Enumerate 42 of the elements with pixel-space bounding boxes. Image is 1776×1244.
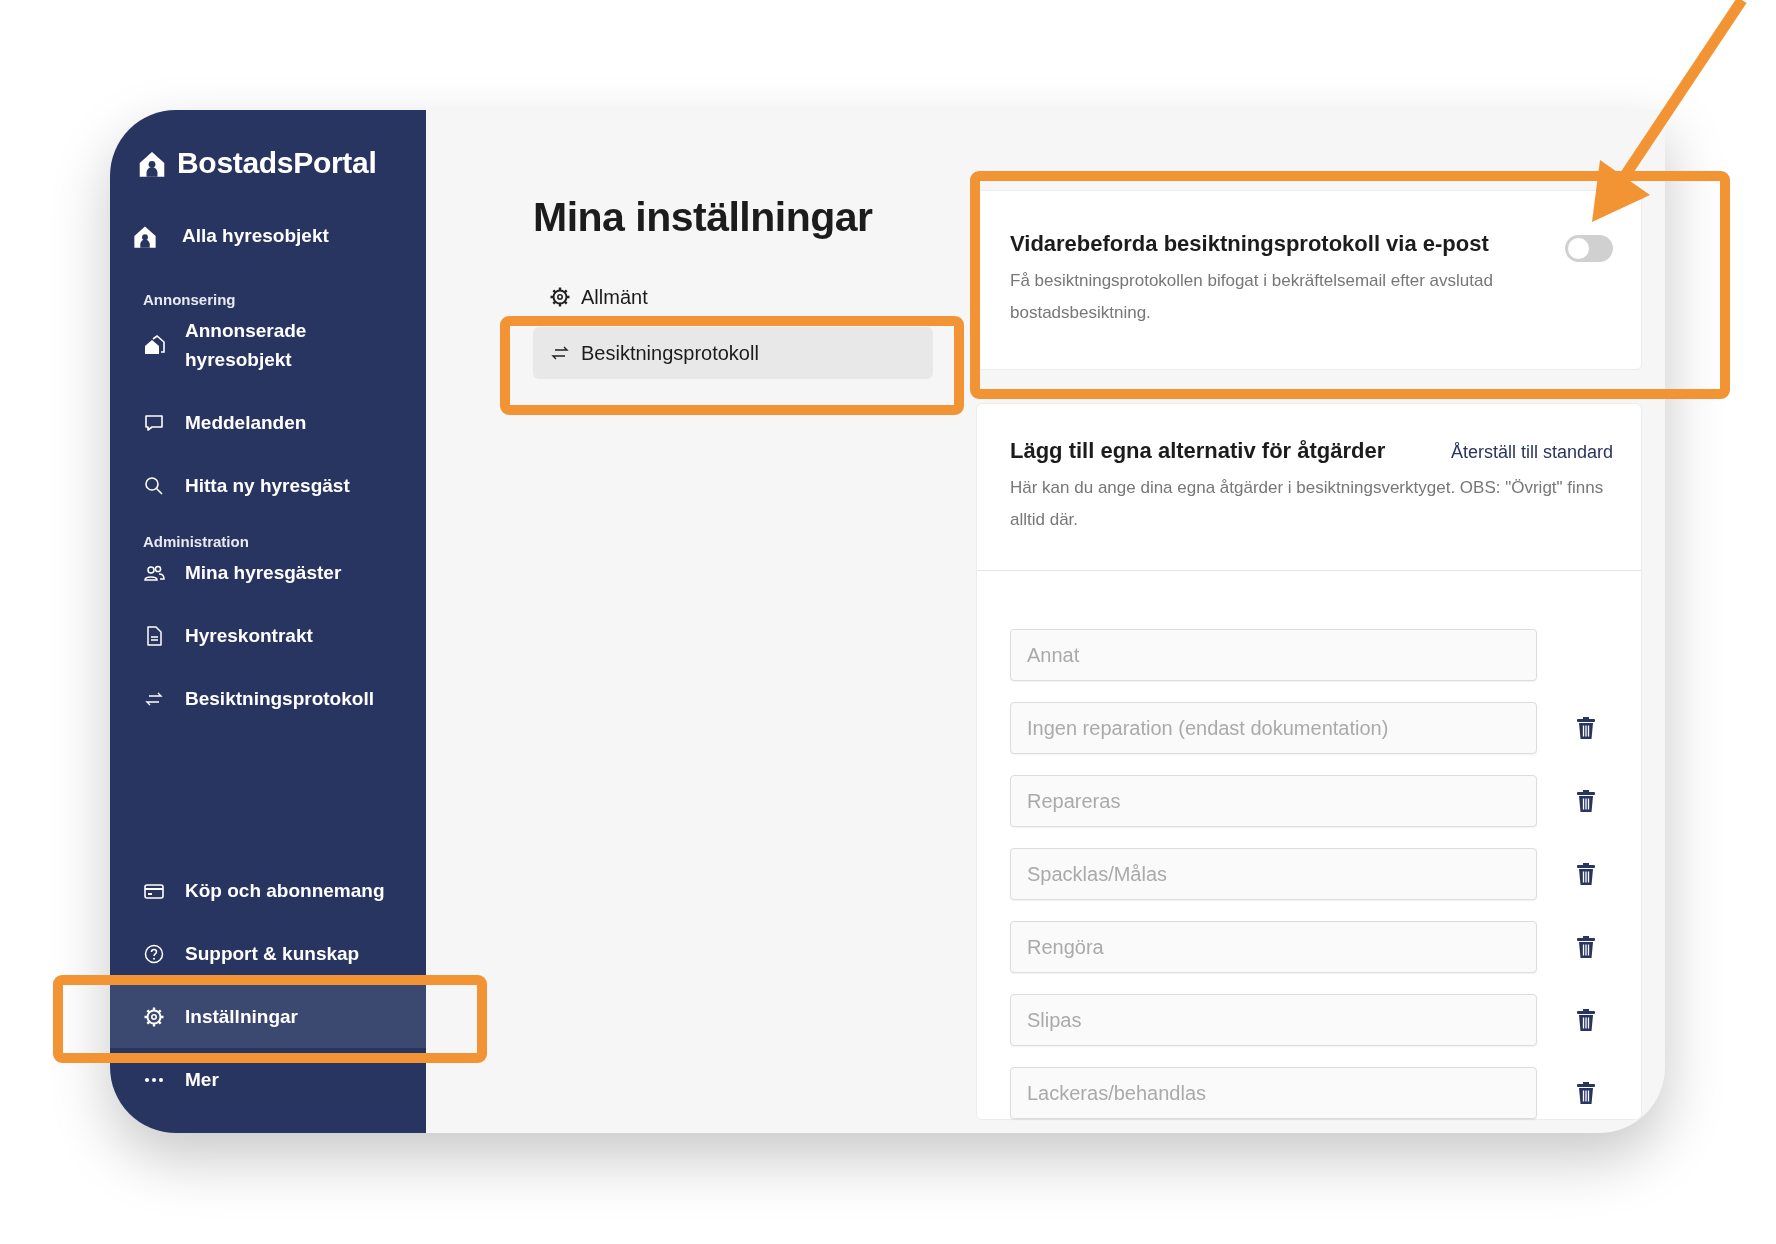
settings-tab[interactable]: Besiktningsprotokoll [533,327,933,379]
card-description: Få besiktningsprotokollen bifogat i bekräftelsemail efter avslutad bostadsbesiktning. [1010,270,1494,324]
brand-name: BostadsPortal [177,146,377,180]
sidebar-item[interactable]: Hitta ny hyresgäst [110,454,426,517]
sidebar-item[interactable]: Inställningar [110,985,426,1048]
input-field[interactable]: Slipas [1010,994,1537,1046]
input-field[interactable]: Rengöra [1010,921,1537,973]
toggle-switch[interactable] [1565,235,1613,262]
input-field[interactable]: Lackeras/behandlas [1010,1067,1537,1119]
trash-icon[interactable] [1577,862,1595,886]
page-title: Mina inställningar [533,194,874,241]
sidebar-item[interactable]: Besiktningsprotokoll [110,667,426,730]
input-field[interactable]: Spacklas/Målas [1010,848,1537,900]
card-title: Vidarebeforda besiktningsprotokoll via e-post [1010,231,1490,257]
help-icon [143,942,165,965]
input-field[interactable]: Repareras [1010,775,1537,827]
houses-icon [143,334,165,356]
card-title: Lägg till egna alternativ för åtgärder [1010,438,1386,464]
sidebar-item[interactable]: Köp och abonnemang [110,859,426,922]
input-field[interactable]: Annat [1010,629,1537,681]
settings-tab[interactable]: Allmänt [533,271,933,323]
input-field[interactable]: Ingen reparation (endast dokumentation) [1010,702,1537,754]
trash-icon[interactable] [1577,789,1595,813]
sidebar-item[interactable]: Meddelanden [110,391,426,454]
reset-link[interactable]: Återställ till standard [1450,442,1613,463]
card-description: Här kan du ange dina egna åtgärder i besiktningsverktyget. OBS: "Övrigt" finns alltid där. [1010,477,1605,531]
sidebar-item[interactable]: Alla hyresobjekt [110,204,426,267]
trash-icon[interactable] [1577,716,1595,740]
trash-icon[interactable] [1577,1081,1595,1105]
sidebar-item[interactable]: Mer [110,1048,426,1111]
sidebar-item[interactable]: Annonserade hyresobjekt [110,308,426,391]
sidebar-item[interactable]: Hyreskontrakt [110,604,426,667]
section-heading: Administration [142,532,250,550]
search-icon [143,474,165,497]
sidebar-item[interactable]: Mina hyresgäster [110,550,426,604]
trash-icon[interactable] [1577,935,1595,959]
more-icon [143,1076,165,1083]
settings-icon [549,286,571,308]
trash-icon[interactable] [1577,1008,1595,1032]
sidebar-item[interactable]: Support & kunskap [110,922,426,985]
settings-icon [143,1005,165,1028]
section-heading: Annonsering [142,290,237,308]
